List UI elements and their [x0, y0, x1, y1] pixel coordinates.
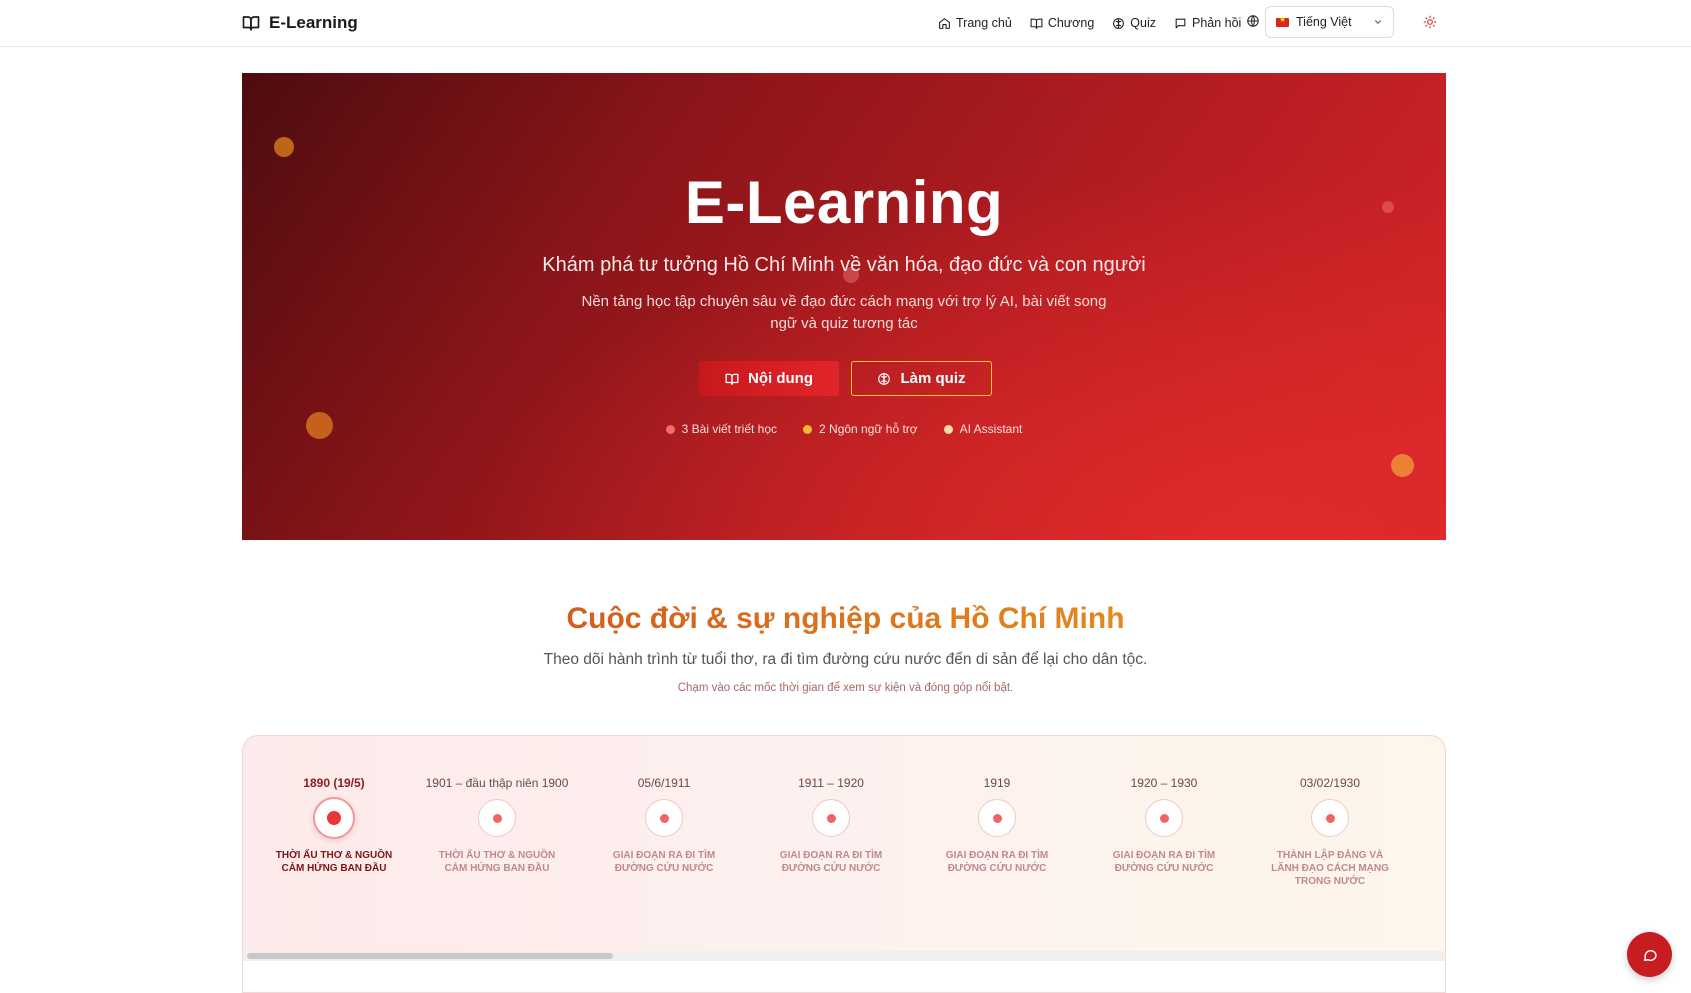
timeline-item[interactable]: 1890 (19/5) Thời ấu thơ & nguồn cảm hứng…: [259, 776, 409, 875]
chevron-down-icon: [1375, 20, 1381, 24]
timeline-node[interactable]: [812, 799, 850, 837]
nav-item-quiz[interactable]: Quiz: [1112, 16, 1156, 30]
timeline-date: 05/6/1911: [637, 776, 691, 790]
home-icon: [939, 17, 950, 29]
timeline-date: 1920 – 1930: [1130, 776, 1198, 790]
hero-description: Nền tảng học tập chuyên sâu về đạo đức c…: [581, 293, 1107, 332]
section-title: Cuộc đời & sự nghiệp của Hồ Chí Minh: [0, 602, 1691, 636]
main-nav: Trang chủ Chương Quiz Phản hồi: [938, 9, 1241, 37]
language-select-value: Tiếng Việt: [1296, 15, 1352, 29]
stat-languages: 2 Ngôn ngữ hỗ trợ: [803, 422, 918, 436]
timeline-label: Giai đoạn ra đi tìm đường cứu nước: [945, 850, 1049, 874]
stat-dot: [803, 424, 813, 434]
timeline-node-dot: [327, 811, 341, 825]
timeline-node[interactable]: [645, 799, 683, 837]
decor-dot: [1391, 454, 1414, 477]
stat-label: AI Assistant: [959, 422, 1023, 436]
stat-label: 3 Bài viết triết học: [681, 422, 778, 436]
section-hint: Chạm vào các mốc thời gian để xem sự kiệ…: [677, 682, 1014, 694]
nav-item-label: Quiz: [1130, 16, 1156, 30]
theme-toggle-button[interactable]: [1421, 13, 1439, 31]
timeline-node[interactable]: [1311, 799, 1349, 837]
vn-flag-icon: [1276, 15, 1289, 27]
book-icon: [725, 373, 739, 385]
nav-item-label: Phản hồi: [1191, 16, 1242, 30]
timeline-item[interactable]: 1901 – đầu thập niên 1900 Thời ấu thơ & …: [422, 776, 572, 875]
timeline-node-dot: [492, 813, 502, 823]
sun-icon: [1423, 15, 1437, 29]
message-icon: [1175, 18, 1186, 28]
timeline-date: 1919: [983, 776, 1011, 790]
logo-link[interactable]: E-Learning: [241, 10, 358, 36]
timeline-node-dot: [1159, 813, 1169, 823]
timeline-item[interactable]: 1911 – 1920 Giai đoạn ra đi tìm đường cứ…: [756, 776, 906, 875]
brain-icon: [1113, 17, 1125, 29]
timeline-node[interactable]: [1145, 799, 1183, 837]
stat-articles: 3 Bài viết triết học: [665, 422, 778, 436]
chat-assistant-button[interactable]: [1627, 932, 1672, 977]
stat-dot: [665, 424, 675, 434]
timeline-item[interactable]: 1920 – 1930 Giai đoạn ra đi tìm đường cứ…: [1089, 776, 1239, 875]
language-select[interactable]: Tiếng Việt: [1265, 6, 1394, 38]
decor-dot: [274, 137, 294, 157]
timeline-date: 1911 – 1920: [798, 776, 864, 790]
timeline-scrollbar[interactable]: [243, 951, 1445, 961]
take-quiz-button[interactable]: Làm quiz: [851, 361, 992, 396]
timeline-detail-panel: [243, 961, 1445, 992]
timeline-item[interactable]: 03/02/1930 Thành lập Đảng và lãnh đạo cá…: [1255, 776, 1405, 888]
chat-icon: [1643, 949, 1657, 961]
book-icon: [1030, 18, 1043, 29]
brain-icon: [878, 372, 891, 385]
timeline-node[interactable]: [313, 797, 355, 839]
hero-banner: E-Learning Khám phá tư tưởng Hồ Chí Minh…: [242, 73, 1446, 540]
timeline-item[interactable]: 1919 Giai đoạn ra đi tìm đường cứu nước: [922, 776, 1072, 875]
stat-label: 2 Ngôn ngữ hỗ trợ: [819, 422, 918, 436]
timeline-node-dot: [992, 813, 1002, 823]
top-navbar: E-Learning Trang chủ Chương Quiz Phản hồ…: [0, 0, 1691, 47]
content-button-label: Nội dung: [748, 370, 813, 387]
nav-item-label: Trang chủ: [956, 16, 1012, 30]
timeline-node-dot: [1325, 813, 1335, 823]
nav-item-feedback[interactable]: Phản hồi: [1174, 16, 1241, 30]
timeline-date: 03/02/1930: [1299, 776, 1361, 790]
section-title-text: Cuộc đời & sự nghiệp của Hồ Chí Minh: [566, 602, 1125, 635]
life-timeline: 1890 (19/5) Thời ấu thơ & nguồn cảm hứng…: [242, 735, 1446, 993]
timeline-label: Thành lập Đảng và lãnh đạo cách mạng tro…: [1271, 850, 1389, 887]
timeline-item[interactable]: 05/6/1911 Giai đoạn ra đi tìm đường cứu …: [589, 776, 739, 875]
hero-stats: 3 Bài viết triết học 2 Ngôn ngữ hỗ trợ A…: [242, 422, 1446, 436]
timeline-node[interactable]: [478, 799, 516, 837]
timeline-date: 1890 (19/5): [303, 776, 365, 790]
nav-item-label: Chương: [1047, 16, 1095, 30]
timeline-label: Giai đoạn ra đi tìm đường cứu nước: [612, 850, 716, 874]
timeline-scrollbar-thumb[interactable]: [247, 953, 613, 959]
nav-item-home[interactable]: Trang chủ: [938, 16, 1012, 30]
content-button[interactable]: Nội dung: [699, 361, 839, 396]
timeline-node[interactable]: [978, 799, 1016, 837]
stat-ai: AI Assistant: [943, 422, 1023, 436]
logo-text: E-Learning: [269, 13, 358, 32]
timeline-node-dot: [659, 813, 669, 823]
book-open-icon: [242, 16, 260, 31]
timeline-date: 1901 – đầu thập niên 1900: [425, 776, 569, 790]
timeline-node-dot: [826, 813, 836, 823]
timeline-label: Thời ấu thơ & nguồn cảm hứng ban đầu: [438, 850, 556, 874]
section-subtitle: Theo dõi hành trình từ tuổi thơ, ra đi t…: [543, 651, 1148, 668]
nav-item-chapters[interactable]: Chương: [1030, 16, 1094, 30]
hero-title: E-Learning: [684, 169, 1004, 236]
timeline-label: Giai đoạn ra đi tìm đường cứu nước: [779, 850, 883, 874]
globe-icon: [1247, 15, 1259, 27]
hero-subtitle: Khám phá tư tưởng Hồ Chí Minh về văn hóa…: [542, 254, 1146, 276]
take-quiz-button-label: Làm quiz: [900, 370, 966, 387]
stat-dot: [943, 424, 953, 434]
timeline-label: Thời ấu thơ & nguồn cảm hứng ban đầu: [275, 850, 393, 874]
timeline-label: Giai đoạn ra đi tìm đường cứu nước: [1112, 850, 1216, 874]
